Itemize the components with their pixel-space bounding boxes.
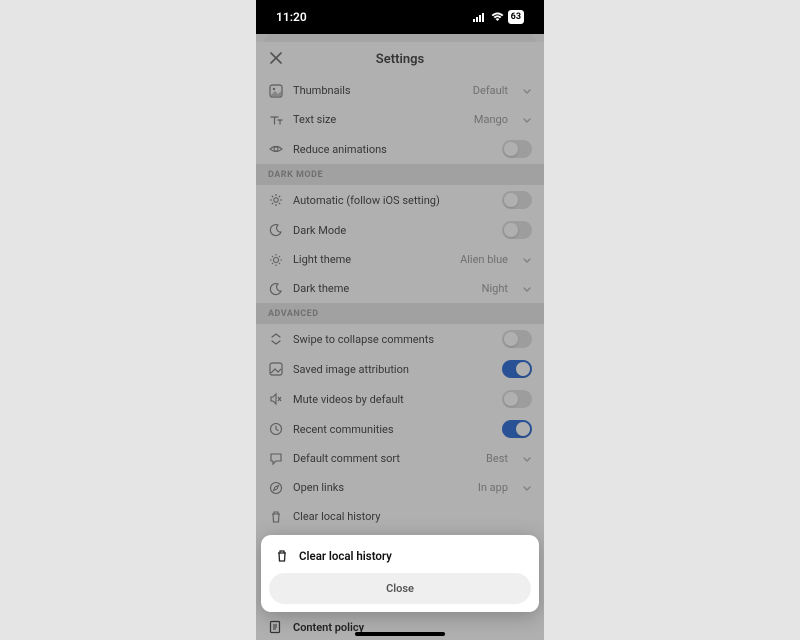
label: Light theme — [293, 253, 450, 266]
toggle[interactable] — [502, 360, 532, 378]
row-text-size[interactable]: Text size Mango — [256, 105, 544, 134]
value: Night — [482, 282, 508, 295]
label: Saved image attribution — [293, 363, 492, 376]
status-bar: 11:20 63 — [256, 0, 544, 34]
close-icon[interactable] — [268, 50, 286, 68]
text-size-icon — [268, 112, 283, 127]
toggle[interactable] — [502, 390, 532, 408]
sheet-clear-history[interactable]: Clear local history — [269, 543, 531, 573]
label: Dark theme — [293, 282, 472, 295]
row-comment-sort[interactable]: Default comment sort Best — [256, 444, 544, 473]
row-reduce-animations[interactable]: Reduce animations — [256, 134, 544, 164]
eye-icon — [268, 142, 283, 157]
label: Default comment sort — [293, 452, 476, 465]
label: Content policy — [293, 621, 364, 634]
comment-icon — [268, 451, 283, 466]
sheet-title: Clear local history — [299, 549, 392, 563]
section-dark-mode: DARK MODE — [256, 164, 544, 185]
row-mute-videos[interactable]: Mute videos by default — [256, 384, 544, 414]
value: Default — [473, 84, 508, 97]
wifi-icon — [491, 12, 504, 22]
document-icon — [268, 620, 283, 634]
moon-icon — [268, 281, 283, 296]
collapse-icon — [268, 332, 283, 347]
row-auto-dark[interactable]: Automatic (follow iOS setting) — [256, 185, 544, 215]
row-light-theme[interactable]: Light theme Alien blue — [256, 245, 544, 274]
image-icon — [268, 83, 283, 98]
chevron-down-icon — [522, 483, 532, 493]
toggle[interactable] — [502, 140, 532, 158]
clock-icon — [268, 422, 283, 437]
section-advanced: ADVANCED — [256, 303, 544, 324]
label: Mute videos by default — [293, 393, 492, 406]
label: Thumbnails — [293, 84, 463, 97]
row-clear-history[interactable]: Clear local history — [256, 502, 544, 531]
phone-frame: 11:20 63 Settings Thumbnails — [256, 0, 544, 640]
label: Swipe to collapse comments — [293, 333, 492, 346]
row-open-links[interactable]: Open links In app — [256, 473, 544, 502]
row-content-policy[interactable]: Content policy — [256, 614, 544, 640]
action-sheet: Clear local history Close — [261, 535, 539, 612]
toggle[interactable] — [502, 191, 532, 209]
titlebar: Settings — [256, 42, 544, 76]
label: Recent communities — [293, 423, 492, 436]
label: Automatic (follow iOS setting) — [293, 194, 492, 207]
status-right: 63 — [473, 10, 524, 24]
gear-icon — [268, 193, 283, 208]
moon-icon — [268, 223, 283, 238]
chevron-down-icon — [522, 284, 532, 294]
sheet-handle-bg — [264, 34, 536, 42]
chevron-down-icon — [522, 454, 532, 464]
battery-indicator: 63 — [508, 10, 524, 24]
clock: 11:20 — [276, 10, 307, 24]
label: Reduce animations — [293, 143, 492, 156]
page-title: Settings — [256, 52, 544, 67]
row-recent-communities[interactable]: Recent communities — [256, 414, 544, 444]
trash-icon — [268, 509, 283, 524]
compass-icon — [268, 480, 283, 495]
row-dark-mode[interactable]: Dark Mode — [256, 215, 544, 245]
signal-icon — [473, 12, 487, 22]
toggle[interactable] — [502, 330, 532, 348]
value: In app — [478, 481, 508, 494]
value: Best — [486, 452, 508, 465]
value: Mango — [474, 113, 508, 126]
row-image-attribution[interactable]: Saved image attribution — [256, 354, 544, 384]
label: Open links — [293, 481, 468, 494]
mute-icon — [268, 392, 283, 407]
sheet-close-button[interactable]: Close — [269, 573, 531, 604]
image-icon — [268, 362, 283, 377]
trash-icon — [275, 549, 289, 563]
toggle[interactable] — [502, 420, 532, 438]
row-thumbnails[interactable]: Thumbnails Default — [256, 76, 544, 105]
label: Text size — [293, 113, 464, 126]
home-indicator — [355, 632, 445, 636]
value: Alien blue — [460, 253, 508, 266]
toggle[interactable] — [502, 221, 532, 239]
chevron-down-icon — [522, 115, 532, 125]
label: Clear local history — [293, 510, 532, 523]
label: Dark Mode — [293, 224, 492, 237]
row-swipe-collapse[interactable]: Swipe to collapse comments — [256, 324, 544, 354]
row-dark-theme[interactable]: Dark theme Night — [256, 274, 544, 303]
chevron-down-icon — [522, 255, 532, 265]
chevron-down-icon — [522, 86, 532, 96]
sun-icon — [268, 252, 283, 267]
screen: Settings Thumbnails Default Text size Ma… — [256, 34, 544, 640]
